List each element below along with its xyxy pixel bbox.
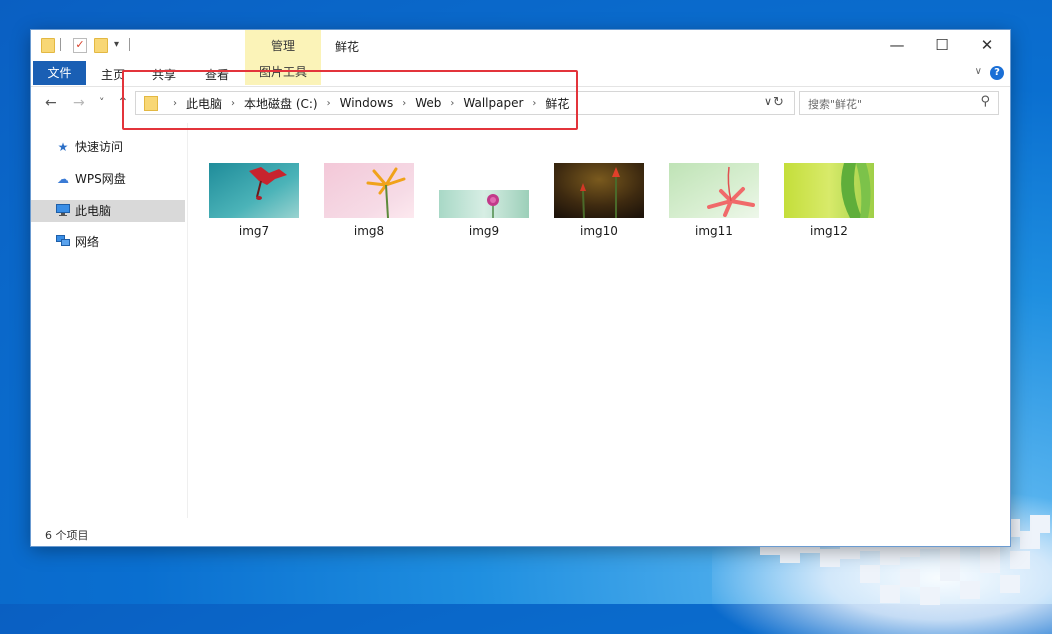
properties-icon[interactable]: ✓ [73,38,87,53]
sidebar-item-label: 此电脑 [75,204,112,218]
mosaic-cell [1000,575,1020,593]
close-button[interactable]: ✕ [972,35,1002,55]
mosaic-cell [980,555,1000,573]
sidebar-item-label: 网络 [75,235,100,249]
search-placeholder: 搜索"鲜花" [808,98,863,111]
computer-icon [55,204,71,218]
mosaic-cell [820,549,840,567]
separator [129,38,130,51]
chevron-down-icon[interactable]: ∨ [764,95,772,108]
window-title: 鲜花 [335,40,360,54]
navigation-pane: ★ 快速访问 ☁ WPS网盘 此电脑 网络 [31,123,188,518]
thumbnail-image [209,163,299,218]
thumbnail-image [784,163,874,218]
mosaic-cell [960,581,980,599]
title-bar: ✓ ▾ 管理 鲜花 — ☐ ✕ [31,30,1010,60]
sidebar-item-label: 快速访问 [75,140,124,154]
minimize-button[interactable]: — [882,35,912,55]
thumbnail-image [324,163,414,218]
refresh-icon[interactable]: ↻ [773,95,784,110]
mosaic-cell [900,569,920,587]
file-name: img12 [810,224,848,238]
thumbnail-image [554,163,644,218]
search-icon[interactable]: ⚲ [980,94,990,109]
sidebar-item-wps-cloud[interactable]: ☁ WPS网盘 [31,168,185,190]
file-name: img9 [468,224,500,238]
separator [60,38,61,51]
sidebar-item-quick-access[interactable]: ★ 快速访问 [31,136,185,158]
sidebar-item-network[interactable]: 网络 [31,231,185,253]
sidebar-item-label: WPS网盘 [75,172,126,186]
star-icon: ★ [57,140,69,154]
mosaic-cell [880,547,900,565]
cloud-icon: ☁ [57,172,69,186]
mosaic-cell [860,565,880,583]
item-count: 6 个项目 [45,529,89,542]
mosaic-cell [940,563,960,581]
search-input[interactable]: 搜索"鲜花" ⚲ [799,91,999,115]
mosaic-cell [1020,531,1040,549]
tab-file[interactable]: 文件 [33,61,86,85]
mosaic-cell [780,545,800,563]
mosaic-cell [940,545,960,563]
mosaic-cell [1030,515,1050,533]
status-bar: 6 个项目 [31,520,1010,546]
back-button[interactable]: ← [45,95,57,111]
thumbnail-image [439,190,529,218]
customize-quick-access-icon[interactable]: ▾ [114,39,119,50]
help-icon[interactable]: ? [990,66,1004,80]
new-folder-icon[interactable] [94,38,108,53]
forward-button[interactable]: → [73,95,85,111]
file-name: img11 [695,224,733,238]
thumbnail-image [669,163,759,218]
recent-locations-button[interactable]: ˅ [99,96,105,109]
maximize-button[interactable]: ☐ [927,35,957,55]
expand-ribbon-icon[interactable]: ∨ [975,66,982,77]
mosaic-cell [1010,551,1030,569]
address-highlight-box [122,70,578,130]
file-name: img8 [353,224,385,238]
file-name: img10 [580,224,618,238]
folder-icon [41,38,55,53]
file-list: img7 img8 img9 img10 img11 img12 [189,123,1009,518]
mosaic-cell [880,585,900,603]
tab-manage[interactable]: 管理 [245,30,321,60]
file-name: img7 [238,224,270,238]
network-icon [55,235,71,249]
sidebar-item-this-pc[interactable]: 此电脑 [31,200,185,222]
mosaic-cell [920,587,940,605]
